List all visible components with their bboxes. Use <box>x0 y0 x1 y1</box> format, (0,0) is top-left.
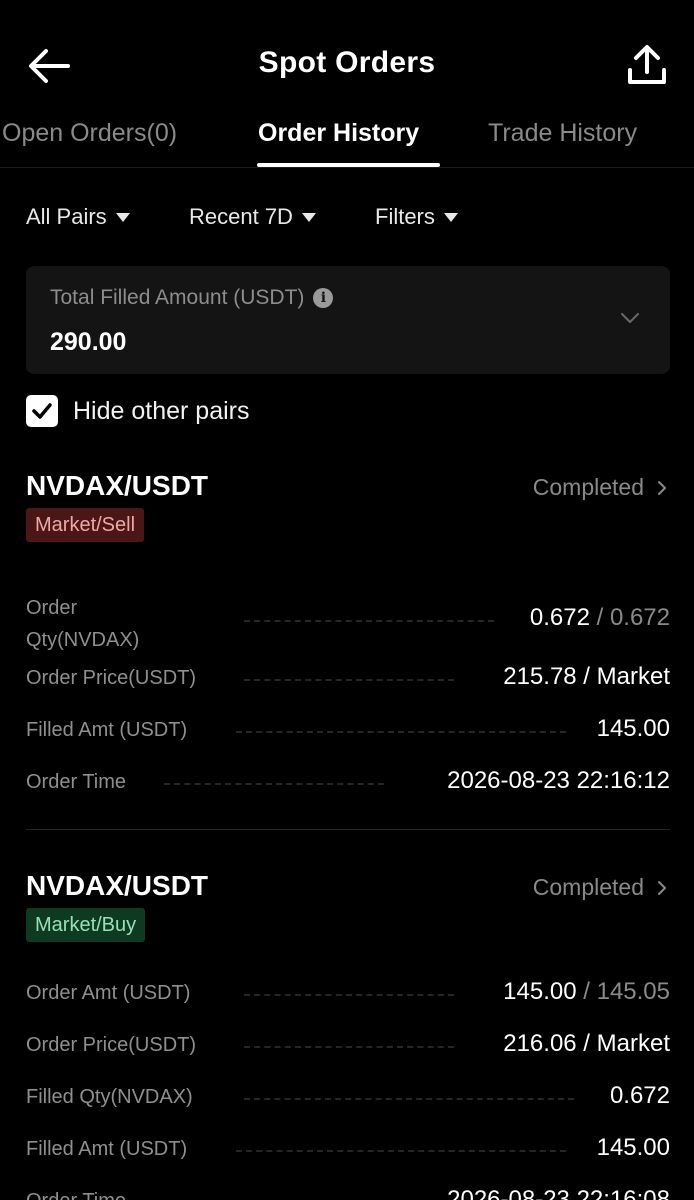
checkmark-icon <box>32 403 52 419</box>
row-label: Order Price(USDT) <box>26 1034 197 1056</box>
row-label: Order Price(USDT) <box>26 667 197 689</box>
chevron-down-icon[interactable] <box>618 306 642 330</box>
row-value-secondary: 145.05 <box>596 978 670 1005</box>
filter-all-pairs[interactable]: All Pairs <box>26 204 130 230</box>
row-value-primary: 0.672 <box>529 604 590 631</box>
order-status[interactable]: Completed <box>533 874 670 901</box>
row-leader-line <box>236 1150 566 1152</box>
row-label: Filled Amt (USDT) <box>26 719 188 741</box>
row-label: Order Time <box>26 1190 126 1200</box>
chevron-right-icon <box>658 880 666 895</box>
row-value: 145.00 <box>596 715 670 742</box>
order-detail-row: Order Qty(NVDAX) 0.672 / 0.672 <box>26 597 670 651</box>
row-label: Filled Amt (USDT) <box>26 1138 188 1160</box>
order-status[interactable]: Completed <box>533 474 670 501</box>
row-value: 2026-08-23 22:16:12 <box>447 767 670 794</box>
row-value: 216.06 / Market <box>503 1030 670 1057</box>
row-label: Order Time <box>26 771 127 793</box>
filter-label: Filters <box>375 204 435 229</box>
row-value: 0.672 <box>609 1082 670 1109</box>
order-detail-row: Filled Qty(NVDAX) 0.672 <box>26 1078 670 1118</box>
row-value: 145.00 / 145.05 <box>503 978 670 1006</box>
order-status-label: Completed <box>532 474 644 500</box>
row-value-primary: 145.00 <box>503 978 577 1005</box>
order-pair: NVDAX/USDT <box>26 870 209 901</box>
order-type-badge: Market/Sell <box>26 508 145 542</box>
hide-other-pairs-checkbox[interactable] <box>26 395 58 427</box>
row-label: Filled Qty(NVDAX) <box>26 1086 193 1108</box>
row-leader-line <box>236 731 566 733</box>
row-label: Order Qty(NVDAX) <box>26 597 140 651</box>
order-type-badge: Market/Buy <box>26 908 146 942</box>
order-status-label: Completed <box>532 874 644 900</box>
summary-value: 290.00 <box>50 328 127 356</box>
row-leader-line <box>244 1046 454 1048</box>
filter-filters[interactable]: Filters <box>375 204 458 230</box>
row-value: 2026-08-23 22:16:08 <box>447 1186 670 1200</box>
order-divider <box>26 829 670 830</box>
filter-label: Recent 7D <box>189 204 293 229</box>
row-leader-line <box>244 994 454 996</box>
order-tabs: Open Orders(0) Order History Trade Histo… <box>0 110 694 168</box>
chevron-right-icon <box>658 480 666 495</box>
order-detail-row: Order Price(USDT) 215.78 / Market <box>26 659 670 699</box>
row-value: 215.78 / Market <box>503 663 670 690</box>
page-title: Spot Orders <box>258 46 436 79</box>
filter-recent-7d[interactable]: Recent 7D <box>189 204 316 230</box>
order-detail-row: Filled Amt (USDT) 145.00 <box>26 1130 670 1170</box>
order-card[interactable]: NVDAX/USDT Completed Market/Sell Order Q… <box>0 470 694 810</box>
order-detail-row: Order Time 2026-08-23 22:16:08 <box>26 1182 670 1200</box>
hide-other-pairs-label: Hide other pairs <box>73 396 250 425</box>
row-leader-line <box>244 679 454 681</box>
summary-label-row: Total Filled Amount (USDT) i <box>50 286 334 310</box>
row-label: Order Amt (USDT) <box>26 982 191 1004</box>
filter-bar: All Pairs Recent 7D Filters <box>0 196 694 240</box>
summary-label: Total Filled Amount (USDT) <box>50 286 305 309</box>
order-card[interactable]: NVDAX/USDT Completed Market/Buy Order Am… <box>0 870 694 1200</box>
row-value-secondary: 0.672 <box>609 604 670 631</box>
row-value: 145.00 <box>596 1134 670 1161</box>
hide-other-pairs-toggle[interactable]: Hide other pairs <box>26 393 249 429</box>
share-button[interactable] <box>622 42 672 90</box>
caret-down-icon <box>115 212 130 222</box>
row-value-separator: / <box>576 978 597 1005</box>
order-detail-row: Order Amt (USDT) 145.00 / 145.05 <box>26 974 670 1014</box>
tab-trade-history[interactable]: Trade History <box>488 119 637 148</box>
spot-orders-screen: Spot Orders Open Orders(0) Order History… <box>0 0 694 1200</box>
tab-order-history[interactable]: Order History <box>258 119 419 148</box>
row-leader-line <box>244 1098 574 1100</box>
row-leader-line <box>244 620 494 622</box>
caret-down-icon <box>443 212 458 222</box>
row-value-separator: / <box>589 604 610 631</box>
order-detail-row: Order Price(USDT) 216.06 / Market <box>26 1026 670 1066</box>
row-leader-line <box>164 783 384 785</box>
tab-open-orders[interactable]: Open Orders(0) <box>2 119 177 148</box>
caret-down-icon <box>301 212 316 222</box>
order-detail-row: Order Time 2026-08-23 22:16:12 <box>26 763 670 803</box>
order-detail-row: Filled Amt (USDT) 145.00 <box>26 711 670 751</box>
active-tab-indicator <box>257 163 440 167</box>
total-filled-summary[interactable]: Total Filled Amount (USDT) i 290.00 <box>26 266 670 374</box>
order-pair: NVDAX/USDT <box>26 470 209 501</box>
share-upload-icon <box>628 45 666 84</box>
row-value: 0.672 / 0.672 <box>530 604 670 632</box>
filter-label: All Pairs <box>26 204 107 229</box>
info-icon[interactable]: i <box>313 288 334 308</box>
